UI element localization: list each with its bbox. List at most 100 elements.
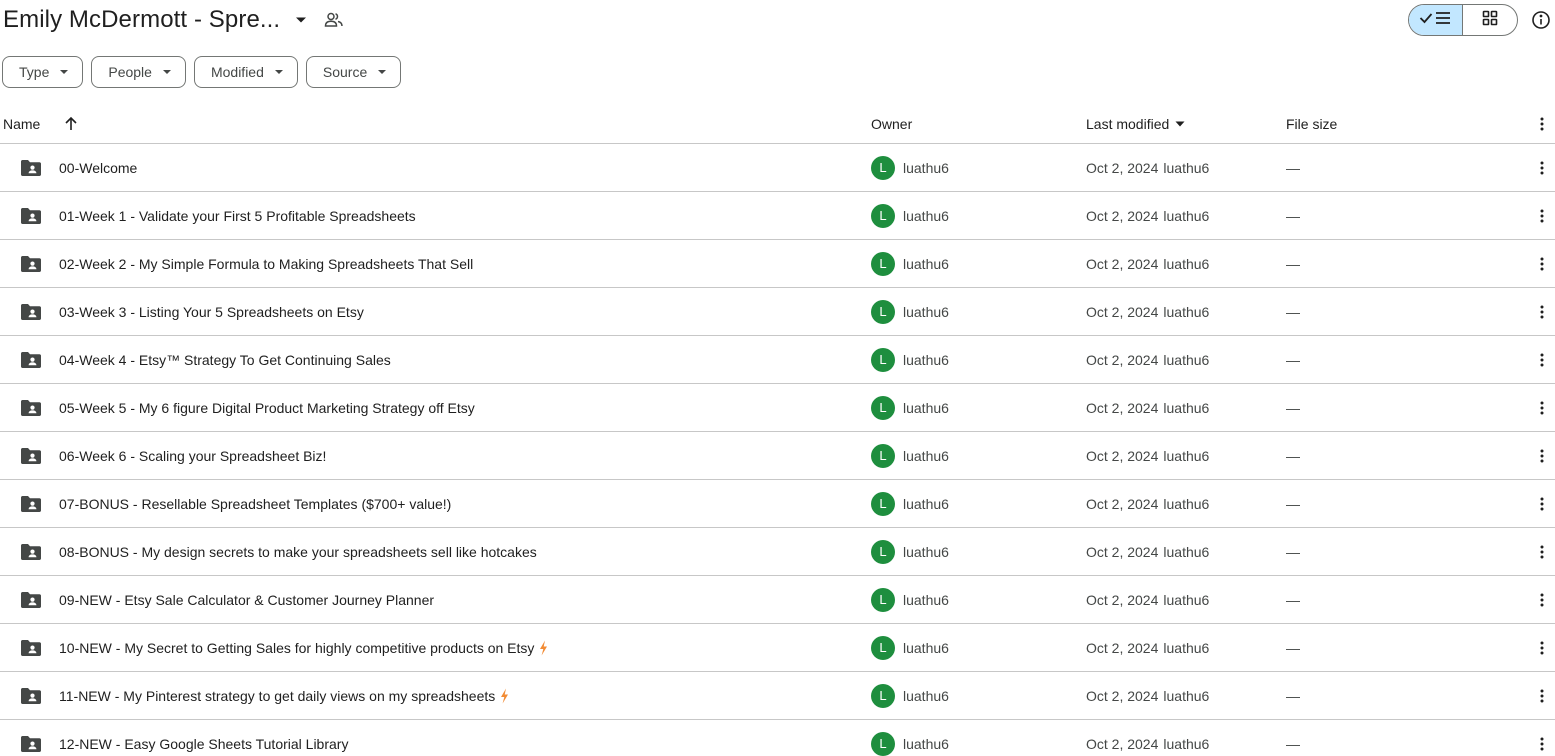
check-list-icon xyxy=(1419,10,1453,31)
avatar[interactable]: L xyxy=(871,347,895,372)
filter-chip-label: Type xyxy=(19,64,50,80)
grid-view-button[interactable] xyxy=(1463,5,1517,35)
last-modified-cell: Oct 2, 2024 luathu6 xyxy=(1086,144,1209,191)
column-header-last-modified[interactable]: Last modified xyxy=(1086,104,1185,144)
file-name: 08-BONUS - My design secrets to make you… xyxy=(59,528,537,575)
avatar[interactable]: L xyxy=(871,299,895,324)
column-header-file-size[interactable]: File size xyxy=(1286,104,1337,144)
file-name-text: 04-Week 4 - Etsy™ Strategy To Get Contin… xyxy=(59,351,391,368)
table-row[interactable]: 01-Week 1 - Validate your First 5 Profit… xyxy=(0,192,1555,240)
avatar[interactable]: L xyxy=(871,443,895,468)
table-row[interactable]: 11-NEW - My Pinterest strategy to get da… xyxy=(0,672,1555,720)
table-row[interactable]: 06-Week 6 - Scaling your Spreadsheet Biz… xyxy=(0,432,1555,480)
avatar[interactable]: L xyxy=(871,635,895,660)
filter-people-chip[interactable]: People xyxy=(91,56,186,88)
filter-type-chip[interactable]: Type xyxy=(2,56,84,88)
header: Emily McDermott - Spre... xyxy=(0,0,1555,40)
table-row[interactable]: 05-Week 5 - My 6 figure Digital Product … xyxy=(0,384,1555,432)
page-title[interactable]: Emily McDermott - Spre... xyxy=(3,6,280,34)
modified-date: Oct 2, 2024 xyxy=(1086,687,1159,704)
avatar[interactable]: L xyxy=(871,587,895,612)
owner-cell: L luathu6 xyxy=(871,144,949,191)
more-vert-icon[interactable] xyxy=(1530,240,1554,287)
arrow-drop-down-icon[interactable] xyxy=(290,9,312,31)
owner-name: luathu6 xyxy=(903,495,949,512)
avatar[interactable]: L xyxy=(871,683,895,708)
more-vert-icon[interactable] xyxy=(1530,288,1554,335)
owner-cell: L luathu6 xyxy=(871,528,949,575)
file-name: 02-Week 2 - My Simple Formula to Making … xyxy=(59,240,473,287)
avatar[interactable]: L xyxy=(871,155,895,180)
more-vert-icon[interactable] xyxy=(1530,104,1554,144)
shared-folder-icon xyxy=(20,672,42,719)
table-row[interactable]: 12-NEW - Easy Google Sheets Tutorial Lib… xyxy=(0,720,1555,756)
shared-folder-icon xyxy=(20,384,42,431)
file-name: 04-Week 4 - Etsy™ Strategy To Get Contin… xyxy=(59,336,391,383)
owner-cell: L luathu6 xyxy=(871,192,949,239)
owner-cell: L luathu6 xyxy=(871,576,949,623)
more-vert-icon[interactable] xyxy=(1530,192,1554,239)
arrow-drop-down-icon xyxy=(59,67,69,77)
file-name: 05-Week 5 - My 6 figure Digital Product … xyxy=(59,384,475,431)
file-name-text: 12-NEW - Easy Google Sheets Tutorial Lib… xyxy=(59,735,349,752)
file-name-text: 10-NEW - My Secret to Getting Sales for … xyxy=(59,639,535,656)
last-modified-cell: Oct 2, 2024 luathu6 xyxy=(1086,624,1209,671)
modified-date: Oct 2, 2024 xyxy=(1086,543,1159,560)
filter-bar: Type People Modified Source xyxy=(2,56,409,88)
avatar[interactable]: L xyxy=(871,731,895,756)
column-header-last-modified-label: Last modified xyxy=(1086,116,1170,132)
avatar[interactable]: L xyxy=(871,203,895,228)
more-vert-icon[interactable] xyxy=(1530,624,1554,671)
owner-cell: L luathu6 xyxy=(871,720,949,756)
table-row[interactable]: 10-NEW - My Secret to Getting Sales for … xyxy=(0,624,1555,672)
file-size: — xyxy=(1286,255,1300,272)
lightning-bolt-icon xyxy=(500,688,509,704)
table-row[interactable]: 03-Week 3 - Listing Your 5 Spreadsheets … xyxy=(0,288,1555,336)
more-vert-icon[interactable] xyxy=(1530,720,1554,756)
folder-title-area[interactable]: Emily McDermott - Spre... xyxy=(3,4,312,36)
more-vert-icon[interactable] xyxy=(1530,384,1554,431)
column-header-row: Name Owner Last modified File size xyxy=(0,104,1555,144)
owner-name: luathu6 xyxy=(903,591,949,608)
file-size: — xyxy=(1286,351,1300,368)
column-header-owner[interactable]: Owner xyxy=(871,104,912,144)
file-size: — xyxy=(1286,399,1300,416)
table-row[interactable]: 02-Week 2 - My Simple Formula to Making … xyxy=(0,240,1555,288)
table-row[interactable]: 08-BONUS - My design secrets to make you… xyxy=(0,528,1555,576)
table-row[interactable]: 04-Week 4 - Etsy™ Strategy To Get Contin… xyxy=(0,336,1555,384)
shared-folder-icon xyxy=(20,144,42,191)
more-vert-icon[interactable] xyxy=(1530,528,1554,575)
table-row[interactable]: 09-NEW - Etsy Sale Calculator & Customer… xyxy=(0,576,1555,624)
file-name: 03-Week 3 - Listing Your 5 Spreadsheets … xyxy=(59,288,364,335)
file-size: — xyxy=(1286,447,1300,464)
avatar[interactable]: L xyxy=(871,539,895,564)
table-row[interactable]: 07-BONUS - Resellable Spreadsheet Templa… xyxy=(0,480,1555,528)
more-vert-icon[interactable] xyxy=(1530,336,1554,383)
file-name-text: 07-BONUS - Resellable Spreadsheet Templa… xyxy=(59,495,452,512)
shared-folder-icon xyxy=(20,480,42,527)
table-row[interactable]: 00-Welcome L luathu6 Oct 2, 2024 luathu6… xyxy=(0,144,1555,192)
modified-by: luathu6 xyxy=(1163,303,1210,320)
avatar[interactable]: L xyxy=(871,491,895,516)
filter-modified-chip[interactable]: Modified xyxy=(193,56,298,88)
more-vert-icon[interactable] xyxy=(1530,432,1554,479)
avatar[interactable]: L xyxy=(871,251,895,276)
modified-by: luathu6 xyxy=(1163,543,1210,560)
column-header-name[interactable]: Name xyxy=(3,104,40,144)
arrow-upward-icon[interactable] xyxy=(60,104,82,144)
file-name: 12-NEW - Easy Google Sheets Tutorial Lib… xyxy=(59,720,348,756)
info-icon[interactable] xyxy=(1529,8,1553,32)
list-view-button[interactable] xyxy=(1409,5,1464,35)
avatar[interactable]: L xyxy=(871,395,895,420)
file-name-text: 08-BONUS - My design secrets to make you… xyxy=(59,543,537,560)
more-vert-icon[interactable] xyxy=(1530,576,1554,623)
shared-folder-icon xyxy=(20,288,42,335)
more-vert-icon[interactable] xyxy=(1530,144,1554,191)
modified-date: Oct 2, 2024 xyxy=(1086,303,1159,320)
file-size: — xyxy=(1286,639,1300,656)
filter-source-chip[interactable]: Source xyxy=(305,56,402,88)
more-vert-icon[interactable] xyxy=(1530,672,1554,719)
more-vert-icon[interactable] xyxy=(1530,480,1554,527)
modified-date: Oct 2, 2024 xyxy=(1086,207,1159,224)
grid-icon xyxy=(1482,10,1498,31)
